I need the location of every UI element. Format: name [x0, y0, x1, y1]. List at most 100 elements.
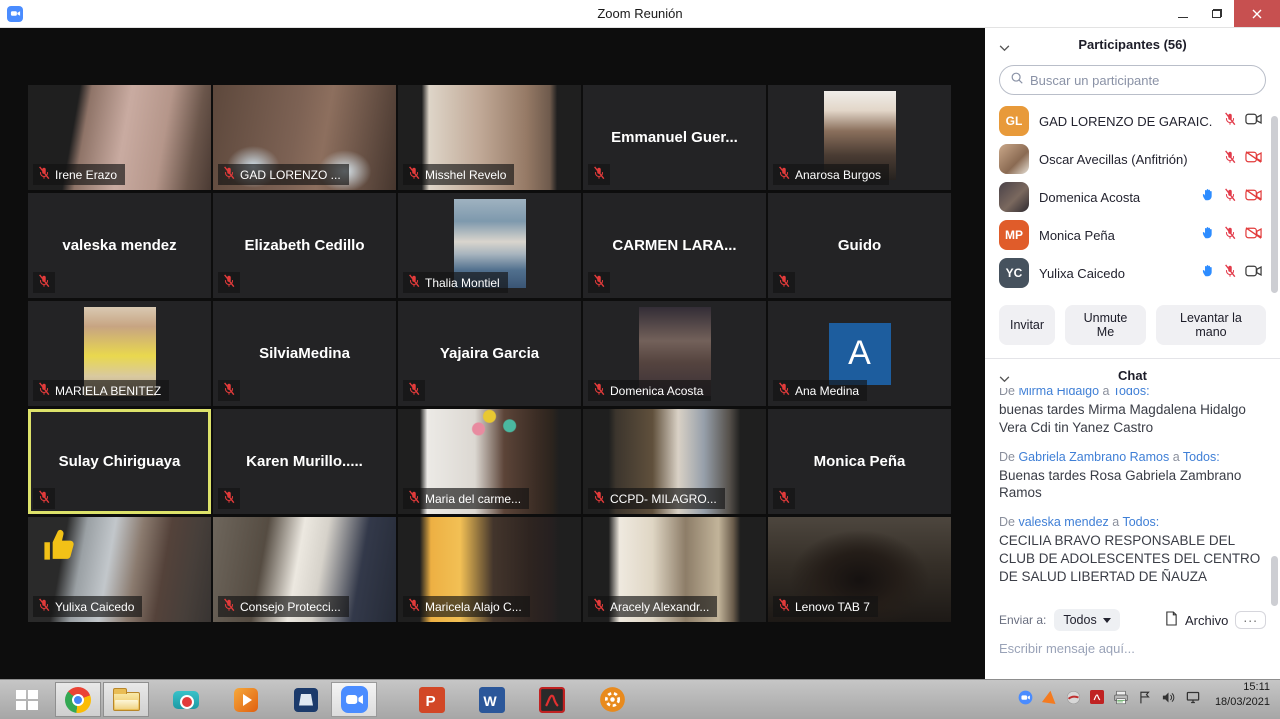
send-to-dropdown[interactable]: Todos — [1054, 609, 1119, 631]
taskbar: PW 15:11 18/03/2021 — [0, 679, 1280, 719]
participant-name-label: Irene Erazo — [55, 168, 117, 182]
taskbar-app-screen-recorder[interactable] — [163, 682, 209, 717]
video-tile[interactable]: SilviaMedina — [213, 301, 396, 406]
participants-scrollbar[interactable] — [1271, 116, 1278, 293]
tile-name-label: Maria del carme... — [403, 488, 529, 509]
unmute-me-button[interactable]: Unmute Me — [1065, 305, 1146, 345]
video-tile[interactable]: Karen Murillo..... — [213, 409, 396, 514]
chat-sender[interactable]: Gabriela Zambrano Ramos — [1018, 450, 1169, 464]
chat-sender[interactable]: valeska mendez — [1018, 515, 1108, 529]
participant-row[interactable]: Domenica Acosta — [985, 178, 1280, 216]
video-tile[interactable]: Aracely Alexandr... — [583, 517, 766, 622]
clock-time: 15:11 — [1215, 680, 1270, 695]
chat-message-body: Buenas tardes Rosa Gabriela Zambrano Ram… — [999, 467, 1264, 503]
tray-avast-icon[interactable] — [1042, 690, 1057, 710]
muted-mic-icon — [37, 598, 51, 615]
chat-footer: Enviar a: Todos Archivo ... Escribir men… — [985, 601, 1280, 679]
participant-row[interactable]: GLGAD LORENZO DE GARAIC... (Yo) — [985, 102, 1280, 140]
taskbar-app-settings-orange[interactable] — [589, 682, 635, 717]
file-button[interactable]: Archivo — [1185, 613, 1228, 628]
taskbar-app-acrobat[interactable] — [529, 682, 575, 717]
video-tile[interactable]: Emmanuel Guer... — [583, 85, 766, 190]
search-icon — [1010, 71, 1024, 90]
video-tile[interactable]: Sulay Chiriguaya — [28, 409, 211, 514]
video-tile[interactable]: Thalia Montiel — [398, 193, 581, 298]
video-tile[interactable]: Consejo Protecci... — [213, 517, 396, 622]
muted-mic-icon — [777, 490, 791, 507]
video-tile[interactable]: Domenica Acosta — [583, 301, 766, 406]
chat-scrollbar[interactable] — [1271, 556, 1278, 606]
taskbar-spacer — [516, 680, 528, 719]
participant-search[interactable] — [999, 65, 1266, 95]
scan-app-icon — [294, 688, 318, 712]
taskbar-app-word[interactable]: W — [469, 682, 515, 717]
video-tile[interactable]: CCPD- MILAGRO... — [583, 409, 766, 514]
windows-logo-icon — [16, 690, 38, 710]
chat-recipient: Todos: — [1122, 515, 1159, 529]
participant-row[interactable]: Oscar Avecillas (Anfitrión) — [985, 140, 1280, 178]
chevron-down-icon[interactable] — [999, 40, 1010, 55]
participant-name-label: CCPD- MILAGRO... — [610, 492, 717, 506]
tray-flag-icon[interactable] — [1138, 690, 1152, 710]
tray-antivirus-s-icon[interactable] — [1066, 690, 1081, 710]
video-tile[interactable]: Guido — [768, 193, 951, 298]
taskbar-app-file-explorer[interactable] — [103, 682, 149, 717]
muted-mic-icon — [37, 382, 51, 399]
letter-avatar: A — [829, 323, 891, 385]
avatar-initials: MP — [999, 220, 1029, 250]
participant-row[interactable]: MPMonica Peña — [985, 216, 1280, 254]
tile-name-label: Ana Medina — [773, 380, 867, 401]
video-tile[interactable]: Yulixa Caicedo — [28, 517, 211, 622]
chat-sender[interactable]: Mirma Hidalgo — [1018, 388, 1099, 398]
more-options-button[interactable]: ... — [1235, 611, 1266, 629]
tile-name-label — [218, 272, 240, 293]
video-tile[interactable]: valeska mendez — [28, 193, 211, 298]
tray-zoom-icon[interactable] — [1018, 690, 1033, 710]
video-tile[interactable]: Yajaira Garcia — [398, 301, 581, 406]
chevron-down-icon[interactable] — [999, 371, 1010, 386]
taskbar-app-chrome[interactable] — [55, 682, 101, 717]
muted-mic-icon — [1223, 188, 1237, 207]
taskbar-clock[interactable]: 15:11 18/03/2021 — [1207, 680, 1280, 719]
participant-name-label: Ana Medina — [795, 384, 859, 398]
participant-row[interactable]: YCYulixa Caicedo — [985, 254, 1280, 292]
taskbar-app-scan-app[interactable] — [283, 682, 329, 717]
taskbar-app-media-player[interactable] — [223, 682, 269, 717]
video-tile[interactable]: Irene Erazo — [28, 85, 211, 190]
restore-button[interactable] — [1200, 0, 1234, 27]
tray-printer-icon[interactable] — [1113, 690, 1129, 710]
chat-input[interactable]: Escribir mensaje aquí... — [999, 641, 1266, 656]
video-tile[interactable]: CARMEN LARA... — [583, 193, 766, 298]
muted-mic-icon — [37, 274, 51, 291]
close-button[interactable] — [1234, 0, 1280, 27]
video-tile[interactable]: Misshel Revelo — [398, 85, 581, 190]
levantar-la-mano-button[interactable]: Levantar la mano — [1156, 305, 1266, 345]
video-tile[interactable]: Lenovo TAB 7 — [768, 517, 951, 622]
muted-mic-icon — [1223, 264, 1237, 283]
video-tile[interactable]: MARIELA BENITEZ — [28, 301, 211, 406]
taskbar-spacer — [456, 680, 468, 719]
tile-name-label — [218, 488, 240, 509]
taskbar-app-powerpoint[interactable]: P — [409, 682, 455, 717]
video-tile[interactable]: AAna Medina — [768, 301, 951, 406]
taskbar-app-zoom[interactable] — [331, 682, 377, 717]
video-tile[interactable]: GAD LORENZO ... — [213, 85, 396, 190]
chat-recipient: Todos: — [1113, 388, 1150, 398]
invitar-button[interactable]: Invitar — [999, 305, 1055, 345]
video-tile[interactable]: Maria del carme... — [398, 409, 581, 514]
zoom-icon — [341, 686, 368, 713]
start-button[interactable] — [0, 680, 54, 719]
tray-volume-icon[interactable] — [1161, 690, 1176, 710]
minimize-button[interactable] — [1166, 0, 1200, 27]
tray-network-icon[interactable] — [1185, 690, 1201, 710]
tray-acrobat-icon[interactable] — [1090, 690, 1104, 709]
video-tile[interactable]: Elizabeth Cedillo — [213, 193, 396, 298]
video-tile[interactable]: Maricela Alajo C... — [398, 517, 581, 622]
participant-name-label: Misshel Revelo — [425, 168, 506, 182]
participant-actions: InvitarUnmute MeLevantar la mano — [999, 305, 1266, 345]
video-area: Irene Erazo GAD LORENZO ... Misshel Revelo… — [0, 28, 985, 679]
video-tile[interactable]: Monica Peña — [768, 409, 951, 514]
video-tile[interactable]: Anarosa Burgos — [768, 85, 951, 190]
tile-name-label: Yulixa Caicedo — [33, 596, 142, 617]
search-input[interactable] — [1030, 73, 1255, 88]
